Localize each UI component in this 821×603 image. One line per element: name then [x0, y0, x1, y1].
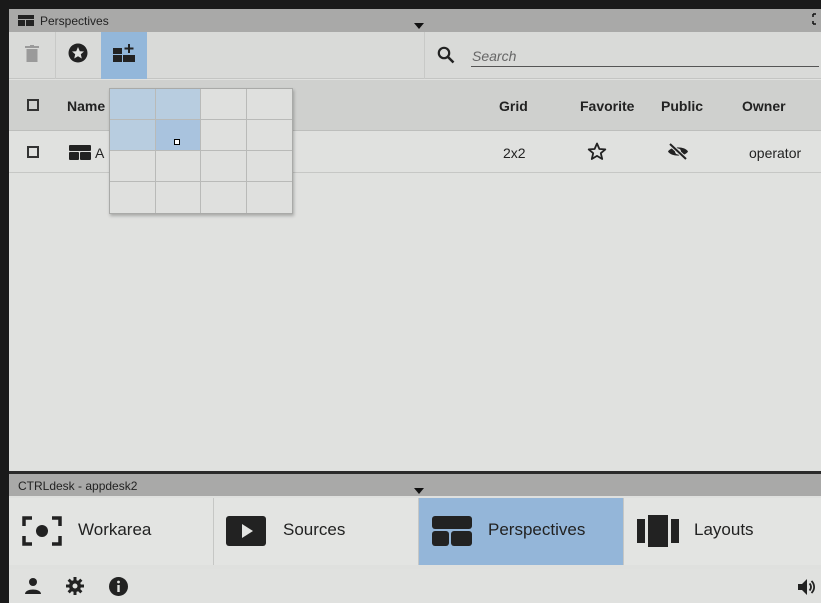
column-header-name[interactable]: Name: [67, 98, 105, 114]
grid-cell-4x2[interactable]: [156, 182, 201, 213]
column-header-owner[interactable]: Owner: [742, 98, 786, 114]
grid-add-icon: [113, 44, 135, 67]
perspectives-icon: [18, 15, 34, 29]
app-window: Perspectives Search Name Grid Favorite P…: [0, 0, 821, 603]
play-icon: [226, 516, 266, 551]
grid-cell-1x3[interactable]: [201, 89, 247, 120]
grid-size-picker[interactable]: [109, 88, 293, 214]
nav-layouts[interactable]: Layouts: [624, 498, 821, 565]
gear-icon[interactable]: [66, 577, 84, 600]
eye-off-icon[interactable]: [667, 142, 689, 163]
panel-titlebar: Perspectives: [9, 9, 821, 32]
workarea-icon: [22, 516, 62, 551]
perspectives-panel: Perspectives Search Name Grid Favorite P…: [9, 9, 821, 471]
bottom-nav: Workarea Sources Perspectives Layouts: [9, 498, 821, 565]
nav-label: Perspectives: [488, 520, 586, 539]
grid-cell-2x3[interactable]: [201, 120, 247, 151]
info-icon[interactable]: [109, 577, 128, 601]
perspective-icon: [69, 145, 91, 163]
grid-cell-4x3[interactable]: [201, 182, 247, 213]
row-checkbox[interactable]: [27, 146, 39, 158]
status-bar: [9, 569, 821, 603]
nav-label: Sources: [283, 520, 346, 539]
chevron-down-icon[interactable]: [414, 18, 424, 32]
trash-icon: [25, 44, 39, 67]
nav-perspectives[interactable]: Perspectives: [419, 498, 624, 565]
grid-cell-3x1[interactable]: [110, 151, 156, 182]
volume-icon[interactable]: [798, 579, 816, 600]
star-circle-icon: [68, 43, 88, 68]
toolbar-separator: [424, 32, 425, 79]
grid-cell-1x4[interactable]: [246, 89, 292, 120]
row-name: A: [95, 145, 105, 161]
add-perspective-button[interactable]: [101, 32, 147, 79]
ctrldesk-panel: CTRLdesk - appdesk2 Workarea Sources Per…: [9, 474, 821, 603]
search-input[interactable]: [471, 45, 819, 67]
nav-workarea[interactable]: Workarea: [9, 498, 214, 565]
panel-title: Perspectives: [40, 14, 109, 28]
grid-cell-3x4[interactable]: [246, 151, 292, 182]
row-owner: operator: [749, 145, 802, 161]
grid-cell-1x1[interactable]: [110, 89, 156, 120]
column-header-public[interactable]: Public: [661, 98, 703, 114]
panel-titlebar: CTRLdesk - appdesk2: [9, 474, 821, 496]
column-header-favorite[interactable]: Favorite: [580, 98, 634, 114]
select-all-checkbox[interactable]: [27, 99, 39, 111]
nav-label: Workarea: [78, 520, 152, 539]
panel-title: CTRLdesk - appdesk2: [18, 479, 138, 493]
grid-cell-2x2[interactable]: [155, 120, 201, 151]
delete-button[interactable]: [9, 32, 55, 79]
grid-cell-3x2[interactable]: [155, 151, 201, 182]
mouse-cursor: [174, 139, 180, 145]
grid-cell-2x1[interactable]: [110, 120, 156, 151]
row-grid: 2x2: [503, 145, 526, 161]
perspectives-icon: [432, 516, 472, 551]
user-icon[interactable]: [24, 577, 42, 600]
column-header-grid[interactable]: Grid: [499, 98, 528, 114]
grid-cell-4x1[interactable]: [110, 182, 156, 213]
grid-cell-4x4[interactable]: [247, 182, 293, 213]
grid-cell-1x2[interactable]: [155, 89, 201, 120]
search-icon: [437, 46, 455, 69]
favorite-toggle-button[interactable]: [55, 32, 101, 79]
grid-cell-3x3[interactable]: [201, 151, 247, 182]
maximize-icon[interactable]: [812, 13, 820, 28]
nav-label: Layouts: [694, 520, 754, 539]
nav-sources[interactable]: Sources: [214, 498, 419, 565]
star-outline-icon[interactable]: [587, 142, 607, 164]
toolbar: [9, 32, 821, 79]
grid-cell-2x4[interactable]: [246, 120, 292, 151]
layouts-icon: [637, 515, 679, 552]
chevron-down-icon[interactable]: [414, 483, 424, 497]
